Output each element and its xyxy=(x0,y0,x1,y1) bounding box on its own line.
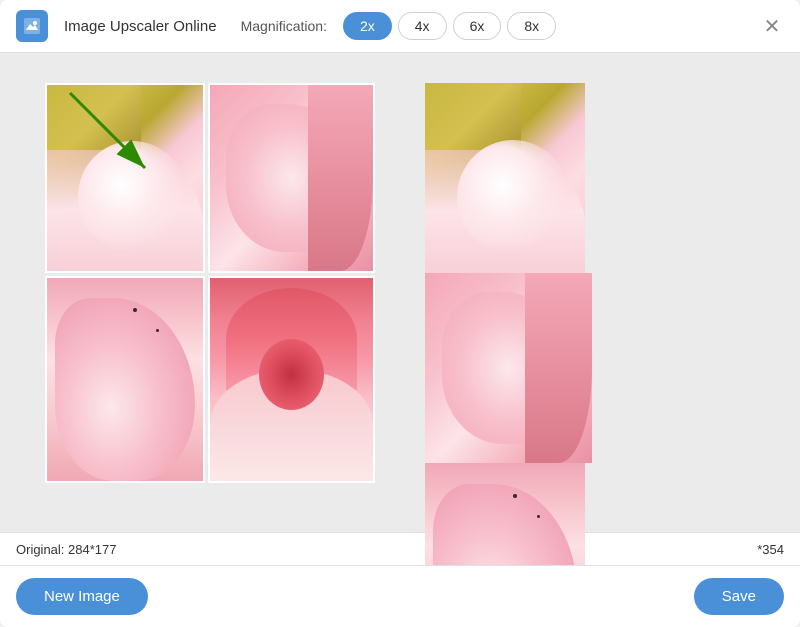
footer: New Image Save xyxy=(0,565,800,627)
tile-bottom-left xyxy=(45,276,205,483)
mag-4x-button[interactable]: 4x xyxy=(398,12,447,40)
upscaled-tile-top-right xyxy=(425,273,592,463)
close-button[interactable]: ✕ xyxy=(760,14,784,38)
upscaled-mosaic xyxy=(425,83,755,483)
status-bar: Original: 284*177 *354 xyxy=(0,532,800,565)
app-window: Image Upscaler Online Magnification: 2x … xyxy=(0,0,800,627)
mag-6x-button[interactable]: 6x xyxy=(453,12,502,40)
magnification-label: Magnification: xyxy=(241,18,327,34)
app-title: Image Upscaler Online xyxy=(64,18,217,35)
save-button[interactable]: Save xyxy=(694,578,784,615)
tile-top-right xyxy=(208,83,375,273)
tile-bottom-right xyxy=(208,276,375,483)
mag-8x-button[interactable]: 8x xyxy=(507,12,556,40)
upscaled-tile-bottom-left xyxy=(425,463,585,565)
tile-top-left xyxy=(45,83,205,273)
new-image-button[interactable]: New Image xyxy=(16,578,148,615)
main-content: Original: 284*177 *354 xyxy=(0,53,800,565)
original-mosaic xyxy=(45,83,375,483)
magnification-buttons: 2x 4x 6x 8x xyxy=(343,12,556,40)
original-dimensions: Original: 284*177 xyxy=(16,542,116,557)
app-logo xyxy=(16,10,48,42)
original-image-panel xyxy=(45,83,375,483)
upscaled-dimensions: *354 xyxy=(757,542,784,557)
mag-2x-button[interactable]: 2x xyxy=(343,12,392,40)
upscaled-image-panel xyxy=(425,83,755,483)
header: Image Upscaler Online Magnification: 2x … xyxy=(0,0,800,53)
upscaled-tile-top-left xyxy=(425,83,585,273)
images-area xyxy=(0,53,800,532)
